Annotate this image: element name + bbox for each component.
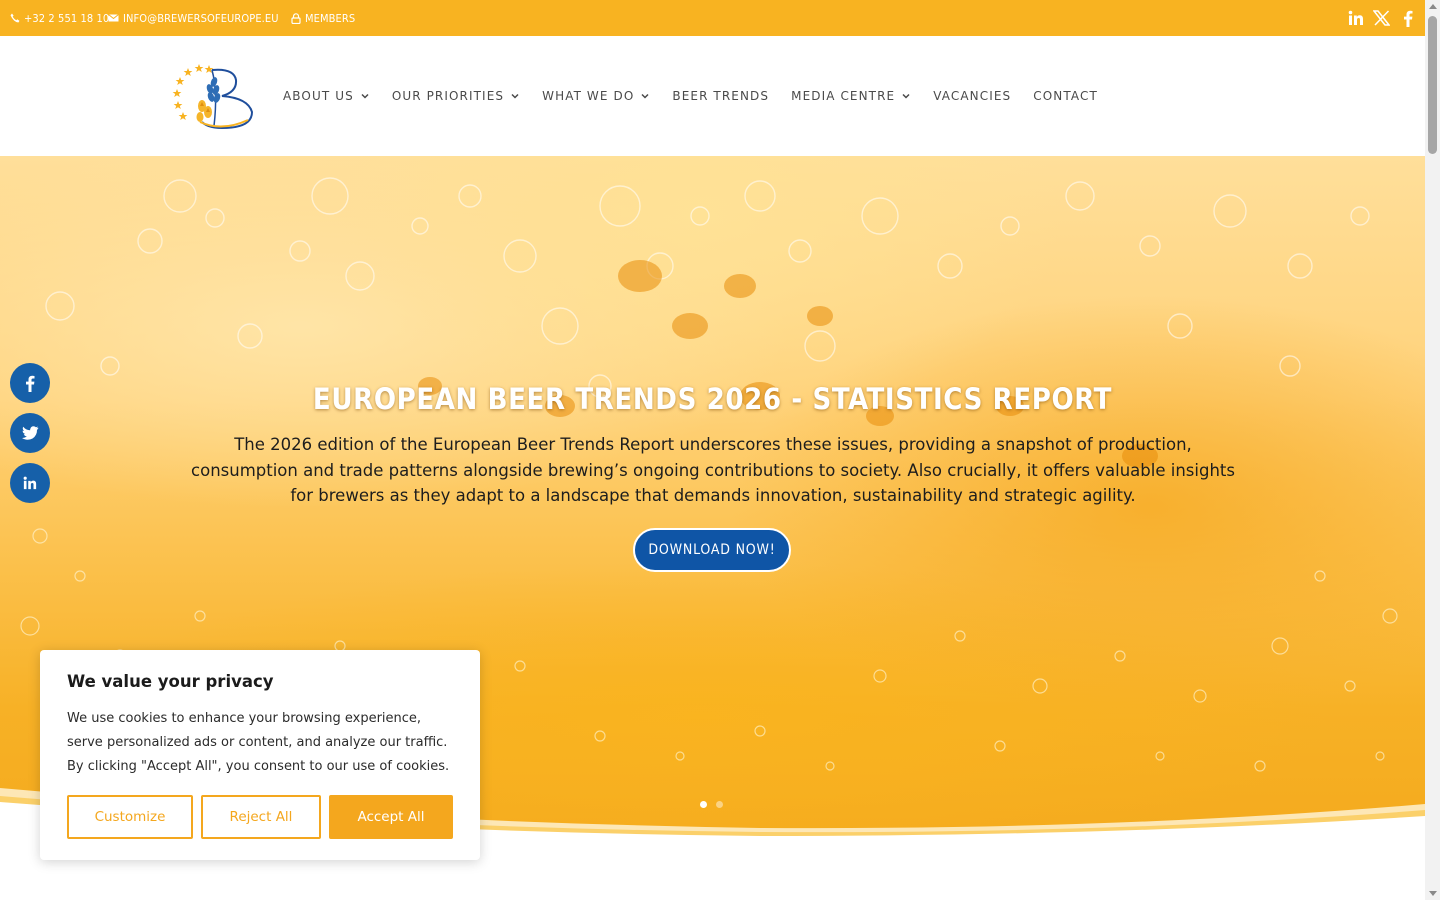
nav-item-our-priorities[interactable]: OUR PRIORITIES: [392, 89, 520, 103]
twitter-icon: [21, 426, 38, 440]
email-address: INFO@BREWERSOFEUROPE.EU: [123, 11, 279, 25]
nav-item-media-centre[interactable]: MEDIA CENTRE: [791, 89, 911, 103]
cookie-description: We use cookies to enhance your browsing …: [67, 711, 450, 774]
nav-item-label: MEDIA CENTRE: [791, 89, 896, 103]
nav-item-label: BEER TRENDS: [672, 89, 770, 103]
cookie-consent-banner: We value your privacy We use cookies to …: [40, 650, 480, 860]
site-header: ABOUT US OUR PRIORITIES WHAT WE DO BEER …: [0, 36, 1425, 156]
x-twitter-link[interactable]: [1369, 6, 1393, 30]
nav-item-contact[interactable]: CONTACT: [1033, 89, 1098, 103]
download-now-button[interactable]: DOWNLOAD NOW!: [633, 528, 791, 572]
chevron-down-icon: [641, 93, 649, 99]
nav-item-label: CONTACT: [1033, 89, 1098, 103]
lock-icon: [291, 12, 301, 24]
share-linkedin-button[interactable]: [10, 463, 50, 503]
linkedin-link[interactable]: [1344, 6, 1368, 30]
scroll-down-arrow-icon[interactable]: [1429, 891, 1437, 896]
hero-description: The 2026 edition of the European Beer Tr…: [191, 435, 1235, 505]
top-bar: +32 2 551 18 10 INFO@BREWERSOFEUROPE.EU …: [0, 0, 1425, 36]
nav-item-label: WHAT WE DO: [542, 89, 635, 103]
accept-all-button[interactable]: Accept All: [329, 795, 453, 839]
page-scrollbar[interactable]: [1425, 0, 1440, 900]
nav-item-label: OUR PRIORITIES: [391, 89, 505, 103]
facebook-link[interactable]: [1396, 6, 1420, 30]
facebook-icon: [26, 375, 35, 392]
phone-link[interactable]: +32 2 551 18 10: [10, 10, 109, 26]
x-twitter-icon: [1372, 10, 1390, 26]
linkedin-icon: [1348, 10, 1363, 25]
facebook-icon: [1404, 10, 1413, 27]
nav-item-beer-trends[interactable]: BEER TRENDS: [672, 89, 769, 103]
scrollbar-thumb[interactable]: [1428, 16, 1437, 154]
share-facebook-button[interactable]: [10, 363, 50, 403]
reject-all-button[interactable]: Reject All: [201, 795, 321, 839]
chevron-down-icon: [511, 93, 519, 99]
nav-item-about-us[interactable]: ABOUT US: [283, 89, 370, 103]
nav-item-label: ABOUT US: [283, 89, 354, 103]
envelope-icon: [108, 14, 119, 22]
phone-icon: [10, 13, 20, 23]
chevron-down-icon: [361, 93, 369, 99]
chevron-down-icon: [902, 93, 910, 99]
share-twitter-button[interactable]: [10, 413, 50, 453]
main-navigation: ABOUT US OUR PRIORITIES WHAT WE DO BEER …: [283, 89, 1120, 103]
linkedin-icon: [23, 476, 37, 490]
phone-number: +32 2 551 18 10: [24, 11, 110, 25]
cookie-title: We value your privacy: [67, 672, 274, 691]
brewers-of-europe-logo[interactable]: [172, 62, 256, 132]
email-link[interactable]: INFO@BREWERSOFEUROPE.EU: [108, 10, 279, 26]
members-label: MEMBERS: [305, 11, 356, 25]
nav-item-what-we-do[interactable]: WHAT WE DO: [542, 89, 650, 103]
nav-item-vacancies[interactable]: VACANCIES: [933, 89, 1011, 103]
hero-title: EUROPEAN BEER TRENDS 2026 - STATISTICS R…: [312, 382, 1113, 416]
scroll-up-arrow-icon[interactable]: [1429, 4, 1437, 9]
customize-button[interactable]: Customize: [67, 795, 193, 839]
members-link[interactable]: MEMBERS: [291, 10, 355, 26]
nav-item-label: VACANCIES: [933, 89, 1012, 103]
